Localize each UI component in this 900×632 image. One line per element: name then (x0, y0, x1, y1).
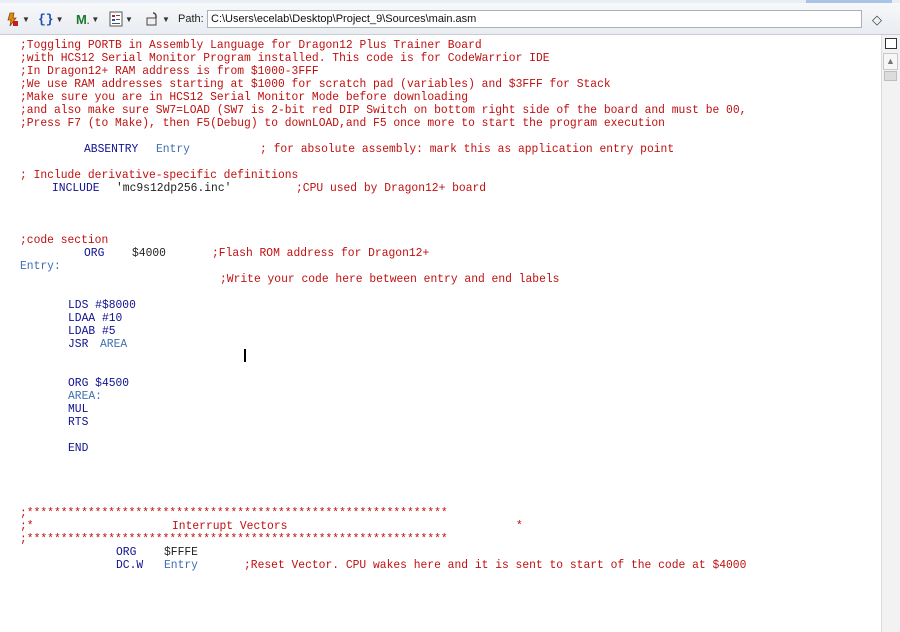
scroll-up-icon[interactable]: ▲ (883, 53, 898, 70)
diamond-icon[interactable]: ◇ (872, 12, 882, 28)
code-editor[interactable]: ;Toggling PORTB in Assembly Language for… (0, 35, 881, 632)
debug-tool-icon (7, 12, 18, 27)
write-code-comment: ;Write your code here between entry and … (220, 272, 560, 286)
editor-toolbar: ▼ {} ▼ M. ▼ ▼ ▼ Path: C:\Users\ecelab\De… (0, 3, 900, 35)
bookmark-m-icon: M. (76, 11, 90, 27)
document-settings-button[interactable]: ▼ (109, 9, 133, 29)
absentry-comment: ; for absolute assembly: mark this as ap… (260, 142, 675, 156)
chevron-down-icon[interactable]: ▼ (125, 15, 133, 24)
read-only-toggle-button[interactable]: ▼ (146, 9, 170, 29)
include-file: 'mc9s12dp256.inc' (116, 181, 232, 195)
stars-comment: ;***************************************… (20, 532, 448, 546)
text-cursor (244, 349, 246, 362)
path-label: Path: (178, 13, 204, 25)
markers-button[interactable]: M. ▼ (76, 9, 99, 29)
dcw-directive: DC.W (116, 558, 144, 572)
braces-icon: {} (38, 11, 54, 27)
reset-vector-comment: ;Reset Vector. CPU wakes here and it is … (244, 558, 747, 572)
absentry-label: Entry (156, 142, 190, 156)
include-comment-tail: ;CPU used by Dragon12+ board (296, 181, 487, 195)
document-properties-icon (109, 11, 123, 27)
entry-label: Entry: (20, 259, 61, 273)
scroll-thumb[interactable] (884, 71, 897, 81)
functions-button[interactable]: {} ▼ (38, 9, 64, 29)
lock-icon (146, 12, 157, 26)
jsr-target-label: AREA (100, 337, 128, 351)
chevron-down-icon[interactable]: ▼ (162, 15, 170, 24)
dcw-label: Entry (164, 558, 198, 572)
interrupt-comment-right: * (516, 519, 523, 533)
code-line: END (68, 441, 89, 455)
path-field[interactable]: C:\Users\ecelab\Desktop\Project_9\Source… (207, 10, 862, 28)
vertical-scrollbar[interactable]: ▲ (881, 35, 900, 632)
jsr-instruction: JSR (68, 337, 89, 351)
org-directive: ORG (84, 246, 105, 260)
comment-line: ;Press F7 (to Make), then F5(Debug) to d… (20, 116, 665, 130)
split-view-icon[interactable] (885, 38, 897, 49)
debug-tool-button[interactable]: ▼ (4, 9, 30, 29)
chevron-down-icon[interactable]: ▼ (22, 15, 30, 24)
absentry-directive: ABSENTRY (84, 142, 139, 156)
code-line: RTS (68, 415, 89, 429)
org-address: $4000 (132, 246, 166, 260)
chevron-down-icon[interactable]: ▼ (91, 15, 99, 24)
org-comment: ;Flash ROM address for Dragon12+ (212, 246, 430, 260)
include-directive: INCLUDE (52, 181, 100, 195)
chevron-down-icon[interactable]: ▼ (56, 15, 64, 24)
